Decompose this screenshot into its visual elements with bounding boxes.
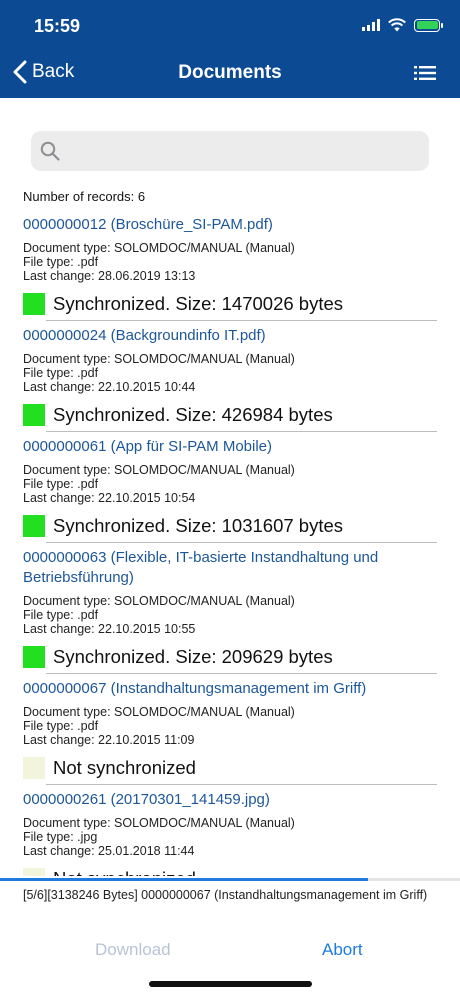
sync-status-indicator (23, 515, 45, 537)
document-meta: Document type: SOLOMDOC/MANUAL (Manual) F… (23, 705, 460, 747)
document-title-link[interactable]: 0000000012 (Broschüre_SI-PAM.pdf) (23, 210, 438, 235)
document-meta: Document type: SOLOMDOC/MANUAL (Manual) F… (23, 241, 460, 283)
sync-status-text: Synchronized. Size: 1470026 bytes (53, 293, 344, 314)
file-type: File type: .pdf (23, 608, 99, 622)
page-title: Documents (178, 62, 282, 83)
sync-status-row: Synchronized. Size: 209629 bytes (23, 640, 460, 674)
sync-status-indicator (23, 293, 45, 315)
document-type: Document type: SOLOMDOC/MANUAL (Manual) (23, 352, 295, 366)
file-type: File type: .pdf (23, 255, 99, 269)
document-record[interactable]: 0000000067 (Instandhaltungsmanagement im… (0, 674, 460, 785)
records-count: Number of records: 6 (23, 189, 146, 204)
search-bar[interactable] (31, 131, 429, 171)
document-record[interactable]: 0000000063 (Flexible, IT-basierte Instan… (0, 543, 460, 674)
list-menu-icon[interactable] (414, 65, 436, 81)
file-type: File type: .pdf (23, 477, 99, 491)
download-button[interactable]: Download (95, 940, 171, 960)
document-record[interactable]: 0000000012 (Broschüre_SI-PAM.pdf) Documen… (0, 210, 460, 321)
sync-status-text: Synchronized. Size: 426984 bytes (53, 404, 333, 425)
document-type: Document type: SOLOMDOC/MANUAL (Manual) (23, 241, 295, 255)
document-type: Document type: SOLOMDOC/MANUAL (Manual) (23, 594, 295, 608)
sync-status-row: Not synchronized (23, 862, 460, 876)
sync-status-indicator (23, 404, 45, 426)
document-title-link[interactable]: 0000000061 (App für SI-PAM Mobile) (23, 432, 438, 457)
home-indicator (149, 981, 312, 987)
file-type: File type: .pdf (23, 719, 99, 733)
sync-status-row: Synchronized. Size: 1031607 bytes (23, 509, 460, 543)
last-change: Last change: 22.10.2015 10:55 (23, 622, 196, 636)
status-icons (362, 18, 443, 32)
sync-status-indicator (23, 646, 45, 668)
abort-button[interactable]: Abort (322, 940, 363, 960)
sync-status-row: Synchronized. Size: 426984 bytes (23, 398, 460, 432)
document-title-link[interactable]: 0000000024 (Backgroundinfo IT.pdf) (23, 321, 438, 346)
document-type: Document type: SOLOMDOC/MANUAL (Manual) (23, 463, 295, 477)
document-record[interactable]: 0000000024 (Backgroundinfo IT.pdf) Docume… (0, 321, 460, 432)
sync-status-text: Not synchronized (53, 868, 196, 876)
sync-status-text: Not synchronized (53, 757, 196, 778)
document-meta: Document type: SOLOMDOC/MANUAL (Manual) F… (23, 463, 460, 505)
sync-status-text: Synchronized. Size: 209629 bytes (53, 646, 333, 667)
sync-status-row: Not synchronized (23, 751, 460, 785)
sync-status-text: Synchronized. Size: 1031607 bytes (53, 515, 344, 536)
sync-status-indicator (23, 868, 45, 876)
status-time: 15:59 (34, 16, 81, 36)
last-change: Last change: 22.10.2015 10:54 (23, 491, 196, 505)
document-meta: Document type: SOLOMDOC/MANUAL (Manual) F… (23, 594, 460, 636)
battery-level (416, 21, 438, 29)
document-meta: Document type: SOLOMDOC/MANUAL (Manual) F… (23, 816, 460, 858)
download-progress-fill (0, 878, 368, 881)
file-type: File type: .pdf (23, 366, 99, 380)
last-change: Last change: 22.10.2015 10:44 (23, 380, 196, 394)
document-title-link[interactable]: 0000000067 (Instandhaltungsmanagement im… (23, 674, 438, 699)
document-record[interactable]: 0000000261 (20170301_141459.jpg) Document… (0, 785, 460, 876)
download-progress-bar (0, 878, 460, 881)
last-change: Last change: 28.06.2019 13:13 (23, 269, 196, 283)
document-type: Document type: SOLOMDOC/MANUAL (Manual) (23, 705, 295, 719)
document-record[interactable]: 0000000061 (App für SI-PAM Mobile) Docume… (0, 432, 460, 543)
sync-status-row: Synchronized. Size: 1470026 bytes (23, 287, 460, 321)
documents-screen: 15:59 Back Documents Number of records: … (0, 0, 460, 996)
sync-status-indicator (23, 757, 45, 779)
document-meta: Document type: SOLOMDOC/MANUAL (Manual) F… (23, 352, 460, 394)
battery-icon (414, 18, 443, 32)
last-change: Last change: 25.01.2018 11:44 (23, 844, 195, 858)
document-title-link[interactable]: 0000000063 (Flexible, IT-basierte Instan… (23, 543, 438, 588)
last-change: Last change: 22.10.2015 11:09 (23, 733, 195, 747)
header-bar: 15:59 Back Documents (0, 0, 460, 98)
search-icon (40, 141, 60, 161)
file-type: File type: .jpg (23, 830, 98, 844)
document-title-link[interactable]: 0000000261 (20170301_141459.jpg) (23, 785, 438, 810)
wifi-icon (388, 18, 406, 32)
cellular-signal-icon (362, 19, 380, 31)
search-input[interactable] (69, 131, 419, 171)
progress-status-text: [5/6][3138246 Bytes] 0000000067 (Instand… (23, 888, 428, 902)
document-type: Document type: SOLOMDOC/MANUAL (Manual) (23, 816, 295, 830)
document-list[interactable]: 0000000012 (Broschüre_SI-PAM.pdf) Documen… (0, 210, 460, 876)
